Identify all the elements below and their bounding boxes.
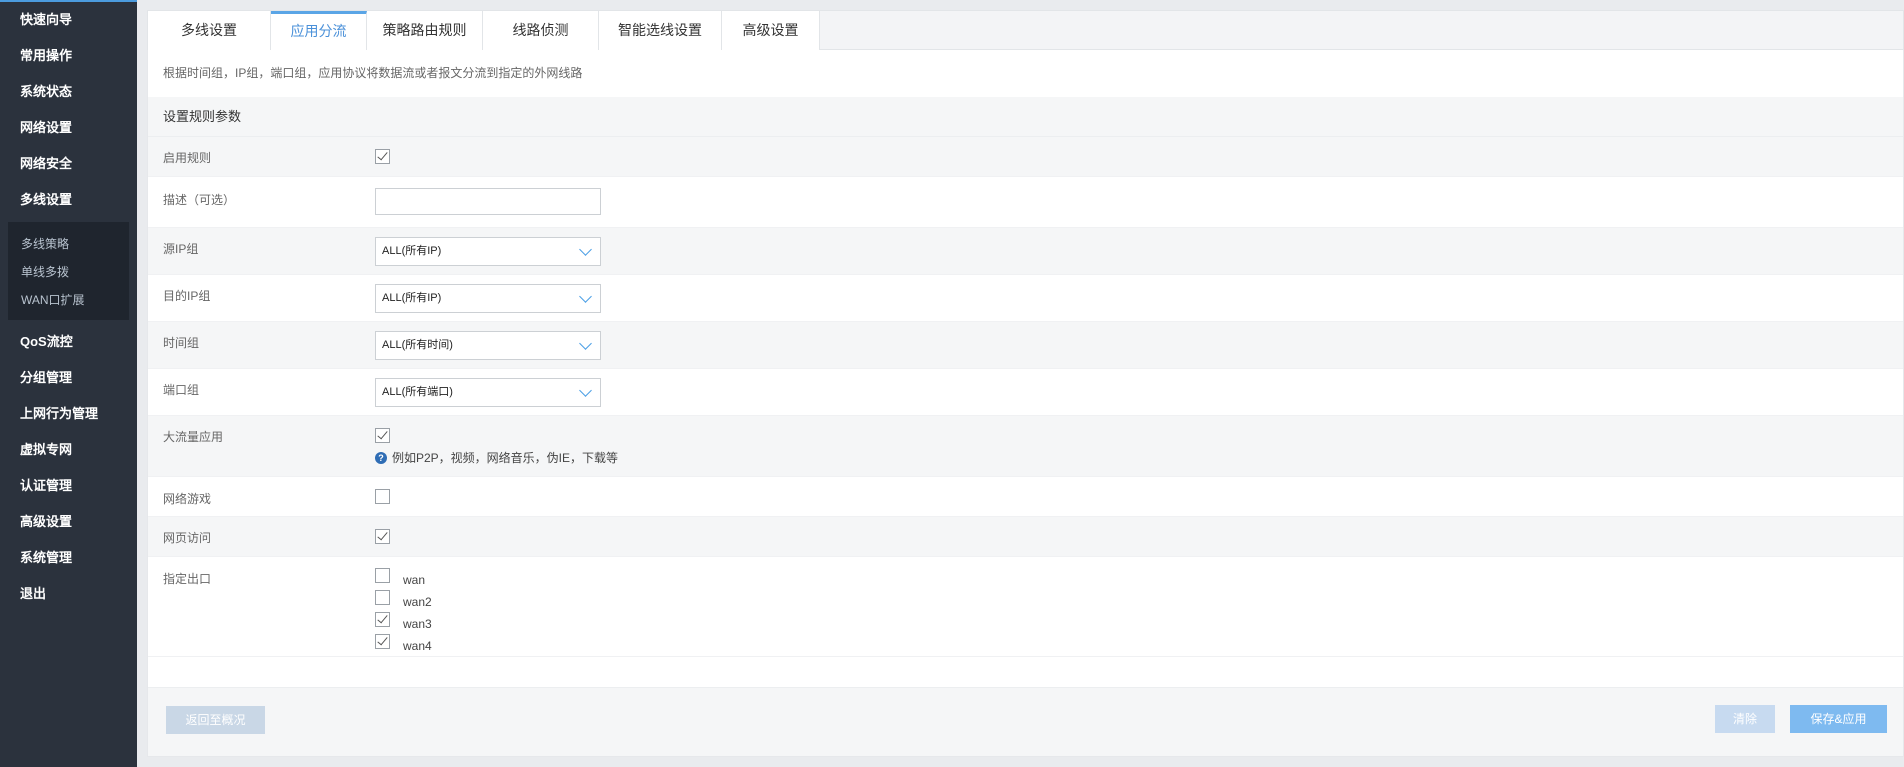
dst-ip-value: ALL(所有IP) <box>382 292 442 304</box>
port-group-value: ALL(所有端口) <box>382 386 453 398</box>
sidebar-item-4[interactable]: 网络安全 <box>0 146 137 182</box>
sidebar-subitem-1[interactable]: 单线多拨 <box>8 258 129 286</box>
dst-ip-select[interactable]: ALL(所有IP) <box>375 284 601 313</box>
row-bulk-app: 大流量应用 ? 例如P2P，视频，网络音乐，伪IE，下载等 <box>148 416 1903 477</box>
outlet-checkbox-wan3[interactable] <box>375 612 390 627</box>
sidebar-item-lower-7[interactable]: 退出 <box>0 576 137 612</box>
form-footer: 返回至概况 清除 保存&应用 <box>148 687 1903 756</box>
sidebar-subitem-2[interactable]: WAN口扩展 <box>8 286 129 314</box>
back-to-overview-button[interactable]: 返回至概况 <box>166 706 265 734</box>
question-circle-icon: ? <box>375 451 387 464</box>
description-input[interactable] <box>375 188 601 215</box>
tab-4[interactable]: 智能选线设置 <box>599 11 722 50</box>
sidebar-item-3[interactable]: 网络设置 <box>0 110 137 146</box>
tab-3[interactable]: 线路侦测 <box>483 11 599 50</box>
chevron-down-icon <box>579 290 592 303</box>
enable-rule-label: 启用规则 <box>163 151 212 165</box>
time-group-value: ALL(所有时间) <box>382 339 453 351</box>
sidebar-nav-bottom: QoS流控 分组管理 上网行为管理 虚拟专网 认证管理 高级设置 系统管理 退出 <box>0 324 137 612</box>
src-ip-select[interactable]: ALL(所有IP) <box>375 237 601 266</box>
tab-1[interactable]: 应用分流 <box>271 11 367 51</box>
bulk-app-hint-text: 例如P2P，视频，网络音乐，伪IE，下载等 <box>392 451 619 466</box>
row-port-group: 端口组 ALL(所有端口) <box>148 369 1903 416</box>
port-group-select[interactable]: ALL(所有端口) <box>375 378 601 407</box>
outlet-item: wan3 <box>375 612 1903 634</box>
time-group-select[interactable]: ALL(所有时间) <box>375 331 601 360</box>
sidebar-subitem-0[interactable]: 多线策略 <box>8 230 129 258</box>
section-title: 设置规则参数 <box>148 97 1903 137</box>
row-online-game: 网络游戏 <box>148 477 1903 517</box>
sidebar-item-lower-1[interactable]: 分组管理 <box>0 360 137 396</box>
chevron-down-icon <box>579 337 592 350</box>
chevron-down-icon <box>579 384 592 397</box>
description-label: 描述（可选） <box>163 193 236 207</box>
submenu-wrap: 多线策略 单线多拨 WAN口扩展 <box>0 222 137 320</box>
sidebar-submenu: 多线策略 单线多拨 WAN口扩展 <box>8 222 129 320</box>
tab-2[interactable]: 策略路由规则 <box>367 11 483 50</box>
clear-button[interactable]: 清除 <box>1715 705 1775 733</box>
outlets-label: 指定出口 <box>163 572 212 586</box>
bulk-app-label: 大流量应用 <box>163 430 224 444</box>
outlet-label: wan4 <box>403 639 432 653</box>
sidebar-item-lower-3[interactable]: 虚拟专网 <box>0 432 137 468</box>
sidebar-item-lower-6[interactable]: 系统管理 <box>0 540 137 576</box>
sidebar-item-lower-0[interactable]: QoS流控 <box>0 324 137 360</box>
time-group-label: 时间组 <box>163 336 200 350</box>
sidebar-item-lower-4[interactable]: 认证管理 <box>0 468 137 504</box>
sidebar-item-0[interactable]: 快速向导 <box>0 2 137 38</box>
outlet-label: wan2 <box>403 595 432 609</box>
enable-rule-checkbox[interactable] <box>375 149 390 165</box>
sidebar-nav-top: 快速向导 常用操作 系统状态 网络设置 网络安全 多线设置 <box>0 2 137 218</box>
bulk-app-checkbox[interactable] <box>375 428 390 444</box>
sidebar-item-1[interactable]: 常用操作 <box>0 38 137 74</box>
row-outlets: 指定出口 wan wan2 wan3 wan4 <box>148 557 1903 657</box>
outlet-checkbox-wan4[interactable] <box>375 634 390 649</box>
row-web-access: 网页访问 <box>148 517 1903 557</box>
tab-bar: 多线设置 应用分流 策略路由规则 线路侦测 智能选线设置 高级设置 <box>147 10 1904 51</box>
bulk-app-hint: ? 例如P2P，视频，网络音乐，伪IE，下载等 <box>375 449 1903 466</box>
sidebar-item-5[interactable]: 多线设置 <box>0 182 137 218</box>
outlet-item: wan2 <box>375 590 1903 612</box>
row-src-ip: 源IP组 ALL(所有IP) <box>148 228 1903 275</box>
row-time-group: 时间组 ALL(所有时间) <box>148 322 1903 369</box>
web-access-checkbox[interactable] <box>375 529 390 545</box>
sidebar-item-2[interactable]: 系统状态 <box>0 74 137 110</box>
src-ip-value: ALL(所有IP) <box>382 245 442 257</box>
form-panel: 根据时间组，IP组，端口组，应用协议将数据流或者报文分流到指定的外网线路 设置规… <box>147 50 1904 757</box>
outlet-item: wan <box>375 568 1903 590</box>
tab-5[interactable]: 高级设置 <box>722 11 820 50</box>
chevron-down-icon <box>579 243 592 256</box>
save-apply-button[interactable]: 保存&应用 <box>1790 705 1887 733</box>
sidebar: 快速向导 常用操作 系统状态 网络设置 网络安全 多线设置 多线策略 单线多拨 WAN口扩展 … <box>0 0 137 767</box>
online-game-checkbox[interactable] <box>375 489 390 505</box>
outlet-item: wan4 <box>375 634 1903 656</box>
src-ip-label: 源IP组 <box>163 242 199 256</box>
dst-ip-label: 目的IP组 <box>163 289 211 303</box>
outlet-label: wan <box>403 573 426 587</box>
outlet-label: wan3 <box>403 617 432 631</box>
page-description: 根据时间组，IP组，端口组，应用协议将数据流或者报文分流到指定的外网线路 <box>163 66 583 80</box>
outlet-checkbox-wan2[interactable] <box>375 590 390 605</box>
outlet-checkbox-wan[interactable] <box>375 568 390 583</box>
tab-0[interactable]: 多线设置 <box>148 11 271 50</box>
web-access-label: 网页访问 <box>163 531 212 545</box>
port-group-label: 端口组 <box>163 383 200 397</box>
row-enable-rule: 启用规则 <box>148 137 1903 177</box>
outlets-list: wan wan2 wan3 wan4 <box>375 557 1903 656</box>
main-content: 多线设置 应用分流 策略路由规则 线路侦测 智能选线设置 高级设置 根据时间组，IP组，端… <box>147 10 1904 767</box>
row-dst-ip: 目的IP组 ALL(所有IP) <box>148 275 1903 322</box>
online-game-label: 网络游戏 <box>163 492 212 506</box>
row-description: 描述（可选） <box>148 177 1903 228</box>
tab-bar-filler <box>820 11 1903 49</box>
sidebar-item-lower-2[interactable]: 上网行为管理 <box>0 396 137 432</box>
sidebar-item-lower-5[interactable]: 高级设置 <box>0 504 137 540</box>
